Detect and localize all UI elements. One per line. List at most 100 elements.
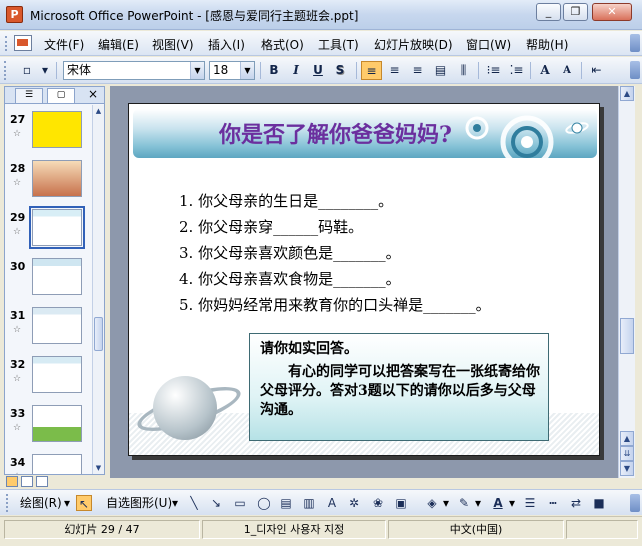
line-color-icon[interactable]: ✎ <box>456 495 472 511</box>
wordart-icon[interactable]: A <box>324 495 340 511</box>
animation-star-icon[interactable]: ☆ <box>13 129 21 139</box>
normal-view-icon[interactable] <box>6 476 18 487</box>
line-style-icon[interactable]: ☰ <box>522 495 538 511</box>
slide-thumbnail-image[interactable] <box>32 160 82 197</box>
slide-thumbnail[interactable]: 32 ☆ <box>5 356 93 404</box>
next-slide-icon[interactable]: ⇊ <box>620 446 634 461</box>
slideshow-view-icon[interactable] <box>36 476 48 487</box>
slides-tab[interactable]: ▢ <box>47 88 75 103</box>
bold-button[interactable]: B <box>264 61 284 80</box>
slide-thumbnail[interactable]: 27 ☆ <box>5 111 93 159</box>
slide-thumbnail[interactable]: 31 ☆ <box>5 307 93 355</box>
animation-star-icon[interactable]: ☆ <box>13 178 21 188</box>
menu-help[interactable]: 帮助(H) <box>526 36 568 53</box>
slide-thumbnail-image[interactable] <box>32 356 82 393</box>
menu-insert[interactable]: 插入(I) <box>208 36 245 53</box>
shadow-style-icon[interactable]: ■ <box>591 495 607 511</box>
chevron-down-icon[interactable]: ▾ <box>443 494 449 512</box>
arrow-icon[interactable]: ↘ <box>208 495 224 511</box>
pane-close-icon[interactable]: × <box>88 87 98 101</box>
toolbar-grip-icon[interactable] <box>5 36 9 51</box>
toolbar-grip-icon[interactable] <box>6 494 12 512</box>
animation-star-icon[interactable]: ☆ <box>13 227 21 237</box>
arrow-style-icon[interactable]: ⇄ <box>568 495 584 511</box>
line-icon[interactable]: ╲ <box>186 495 202 511</box>
scroll-up-icon[interactable]: ▲ <box>620 86 634 101</box>
outline-tab[interactable]: ☰ <box>15 88 43 103</box>
decrease-indent-icon[interactable]: ⇤ <box>586 61 607 80</box>
shadow-button[interactable]: S <box>330 61 350 80</box>
fill-color-icon[interactable]: ◈ <box>424 495 440 511</box>
increase-font-button[interactable]: A <box>535 61 555 80</box>
menu-window[interactable]: 窗口(W) <box>466 36 511 53</box>
slide-thumbnail[interactable]: 28 ☆ <box>5 160 93 208</box>
chevron-down-icon[interactable]: ▼ <box>190 62 204 79</box>
italic-button[interactable]: I <box>286 61 306 80</box>
slide-thumbnail[interactable]: 33 ☆ <box>5 405 93 453</box>
animation-star-icon[interactable]: ☆ <box>13 472 21 474</box>
autoshapes-button[interactable]: 自选图形(U) <box>106 494 172 512</box>
chevron-down-icon[interactable]: ▼ <box>240 62 254 79</box>
numbering-icon[interactable]: ⁝≡ <box>483 61 504 80</box>
scroll-down-icon[interactable]: ▼ <box>93 462 104 474</box>
textbox-icon[interactable]: ▤ <box>278 495 294 511</box>
underline-button[interactable]: U <box>308 61 328 80</box>
pane-scrollbar[interactable]: ▲ ▼ <box>92 105 104 474</box>
note-textbox[interactable]: 请你如实回答。 有心的同学可以把答案写在一张纸寄给你父母评分。答对3题以下的请你… <box>249 333 549 441</box>
slide-thumbnail[interactable]: 29 ☆ <box>5 206 93 257</box>
vertical-text-icon[interactable]: ⫼ <box>453 61 474 80</box>
menu-file[interactable]: 文件(F) <box>44 36 84 53</box>
toolbar-chevron-icon[interactable] <box>630 61 640 79</box>
select-pointer-icon[interactable]: ↖ <box>76 495 92 511</box>
chevron-down-icon[interactable]: ▾ <box>475 494 481 512</box>
question-list[interactable]: 1. 你父母亲的生日是________。 2. 你父母亲穿______码鞋。 3… <box>179 190 491 320</box>
scroll-down-icon[interactable]: ▲ <box>620 431 634 446</box>
more-buttons-icon[interactable]: ▾ <box>40 61 50 80</box>
font-color-icon[interactable]: A <box>490 495 506 511</box>
clipart-icon[interactable]: ❀ <box>370 495 386 511</box>
slide-thumbnail-image[interactable] <box>32 405 82 442</box>
menu-slideshow[interactable]: 幻灯片放映(D) <box>374 36 453 53</box>
document-icon[interactable] <box>14 35 32 51</box>
menu-view[interactable]: 视图(V) <box>152 36 194 53</box>
animation-star-icon[interactable]: ☆ <box>13 325 21 335</box>
slide-thumbnail-image[interactable] <box>32 111 82 148</box>
minimize-button[interactable]: _ <box>536 3 561 21</box>
slide-thumbnail[interactable]: 30 <box>5 258 93 306</box>
scroll-thumb[interactable] <box>620 318 634 354</box>
align-left-icon[interactable]: ≡ <box>361 61 382 80</box>
powerpoint-app-icon[interactable]: P <box>6 6 23 23</box>
chevron-down-icon[interactable]: ▾ <box>509 494 515 512</box>
font-name-select[interactable]: 宋体 ▼ <box>63 61 205 80</box>
vertical-textbox-icon[interactable]: ▥ <box>301 495 317 511</box>
align-center-icon[interactable]: ≡ <box>384 61 405 80</box>
slide-thumbnail-image[interactable] <box>32 454 82 474</box>
animation-star-icon[interactable]: ☆ <box>13 374 21 384</box>
rectangle-icon[interactable]: ▭ <box>232 495 248 511</box>
menu-chevron-icon[interactable] <box>630 34 640 52</box>
restore-button[interactable]: ❐ <box>563 3 588 21</box>
slide-thumbnail[interactable]: 34 ☆ <box>5 454 93 474</box>
bullets-icon[interactable]: ⁚≡ <box>506 61 527 80</box>
scroll-thumb[interactable] <box>94 317 103 351</box>
chevron-down-icon[interactable]: ▾ <box>64 494 70 512</box>
menu-format[interactable]: 格式(O) <box>261 36 304 53</box>
align-right-icon[interactable]: ≡ <box>407 61 428 80</box>
menu-edit[interactable]: 编辑(E) <box>98 36 139 53</box>
slide-canvas[interactable]: 你是否了解你爸爸妈妈? 1. 你父母亲的生日是________。 2. 你父母亲… <box>128 103 600 456</box>
animation-star-icon[interactable]: ☆ <box>13 423 21 433</box>
slide-scrollbar[interactable]: ▲ ▲ ⇊ ▼ <box>618 86 635 478</box>
toolbar-grip-icon[interactable] <box>4 61 10 80</box>
slide-thumbnail-image[interactable] <box>29 206 85 249</box>
distribute-icon[interactable]: ▤ <box>430 61 451 80</box>
diagram-icon[interactable]: ✲ <box>346 495 362 511</box>
oval-icon[interactable]: ◯ <box>256 495 272 511</box>
close-button[interactable]: ✕ <box>592 3 632 21</box>
slide-thumbnail-image[interactable] <box>32 307 82 344</box>
new-doc-icon[interactable]: ▫ <box>16 61 38 80</box>
dash-style-icon[interactable]: ┅ <box>545 495 561 511</box>
slide-thumbnail-image[interactable] <box>32 258 82 295</box>
draw-menu-button[interactable]: 绘图(R) <box>20 494 62 512</box>
slide-sorter-icon[interactable] <box>21 476 33 487</box>
menu-tools[interactable]: 工具(T) <box>318 36 359 53</box>
